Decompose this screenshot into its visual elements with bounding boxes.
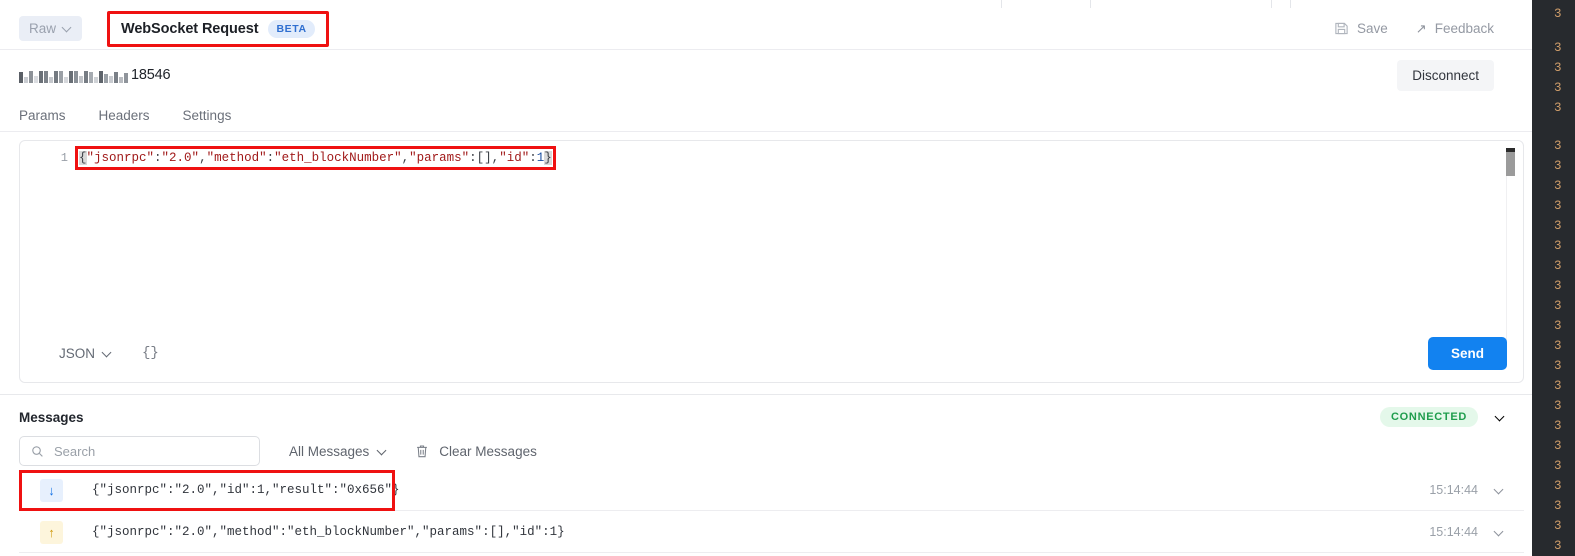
request-tab-1[interactable] — [0, 0, 1002, 8]
messages-title: Messages — [19, 409, 84, 425]
search-placeholder[interactable]: Search — [54, 444, 95, 459]
rail-line-number: 3 — [1554, 359, 1562, 373]
message-filter-label: All Messages — [289, 443, 370, 459]
rail-line-number: 3 — [1554, 379, 1562, 393]
websocket-request-panel: Raw WebSocket Request BETA Save ↗ Feedba… — [0, 0, 1575, 556]
messages-status: CONNECTED — [1380, 407, 1505, 427]
request-payload-highlight: {"jsonrpc":"2.0","method":"eth_blockNumb… — [75, 146, 556, 170]
clear-messages-label: Clear Messages — [439, 443, 537, 459]
editor-scrollbar-thumb[interactable] — [1506, 148, 1515, 176]
rail-line-number: 3 — [1554, 199, 1562, 213]
messages-toolbar: Search All Messages Clear Messages — [19, 436, 1524, 466]
rail-line-number: 3 — [1554, 499, 1562, 513]
connection-bar: 18546 Disconnect — [0, 50, 1532, 100]
beautify-button[interactable]: {} — [142, 345, 159, 361]
rail-line-number: 3 — [1554, 399, 1562, 413]
rail-line-number: 3 — [1554, 279, 1562, 293]
request-tab-2[interactable] — [1090, 0, 1272, 8]
save-icon — [1334, 21, 1349, 36]
page-title: WebSocket Request — [121, 20, 259, 37]
save-label: Save — [1357, 21, 1388, 36]
url-port: 18546 — [131, 67, 171, 83]
search-icon — [31, 445, 44, 458]
rail-line-number: 3 — [1554, 539, 1562, 553]
rail-line-number: 3 — [1554, 139, 1562, 153]
messages-header: Messages CONNECTED — [19, 405, 1524, 429]
feedback-label: Feedback — [1434, 21, 1494, 36]
request-payload-code[interactable]: {"jsonrpc":"2.0","method":"eth_blockNumb… — [79, 149, 552, 167]
editor-footer: JSON {} Send — [20, 324, 1523, 382]
request-tab-strip — [0, 0, 1550, 8]
rail-line-number: 3 — [1554, 459, 1562, 473]
code-line-1: 1 {"jsonrpc":"2.0","method":"eth_blockNu… — [20, 146, 1523, 170]
arrow-down-icon: ↓ — [40, 478, 63, 502]
message-payload: {"jsonrpc":"2.0","method":"eth_blockNumb… — [92, 525, 565, 539]
request-tab-3[interactable] — [1290, 0, 1550, 8]
chevron-down-icon — [63, 24, 72, 33]
rail-line-number: 3 — [1554, 61, 1562, 75]
expand-message-chevron-icon[interactable] — [1495, 486, 1504, 495]
message-payload: {"jsonrpc":"2.0","id":1,"result":"0x656"… — [92, 483, 400, 497]
messages-divider — [0, 394, 1532, 395]
header-actions: Save ↗ Feedback — [1334, 21, 1494, 37]
rail-line-number: 3 — [1554, 7, 1562, 21]
disconnect-button[interactable]: Disconnect — [1397, 59, 1494, 91]
rail-line-number: 3 — [1554, 219, 1562, 233]
send-button[interactable]: Send — [1427, 336, 1507, 370]
message-filter-dropdown[interactable]: All Messages — [289, 444, 387, 459]
editor-scrollbar[interactable] — [1506, 148, 1515, 348]
request-header-bar: Raw WebSocket Request BETA Save ↗ Feedba… — [0, 8, 1532, 50]
request-body-editor[interactable]: 1 {"jsonrpc":"2.0","method":"eth_blockNu… — [19, 140, 1524, 383]
feedback-button[interactable]: ↗ Feedback — [1416, 21, 1494, 37]
websocket-url[interactable]: 18546 — [19, 67, 171, 83]
expand-message-chevron-icon[interactable] — [1495, 528, 1504, 537]
request-subtabs: Params Headers Settings — [0, 100, 1532, 132]
raw-mode-label: Raw — [29, 21, 57, 36]
websocket-request-title-highlight: WebSocket Request BETA — [107, 10, 329, 47]
rail-line-number: 3 — [1554, 101, 1562, 115]
rail-line-number: 3 — [1554, 259, 1562, 273]
chevron-down-icon — [378, 447, 387, 456]
tab-headers[interactable]: Headers — [99, 108, 150, 123]
rail-line-number: 3 — [1554, 439, 1562, 453]
beta-badge: BETA — [268, 19, 315, 38]
rail-line-number: 3 — [1554, 319, 1562, 333]
save-button[interactable]: Save — [1334, 21, 1388, 36]
table-row[interactable]: ↑ {"jsonrpc":"2.0","method":"eth_blockNu… — [19, 512, 1524, 553]
search-input-wrapper[interactable]: Search — [19, 436, 260, 466]
chevron-down-icon — [103, 349, 112, 358]
trash-icon — [415, 444, 429, 459]
rail-line-number: 3 — [1554, 519, 1562, 533]
table-row[interactable]: ↓ {"jsonrpc":"2.0","id":1,"result":"0x65… — [19, 470, 1524, 511]
console-side-rail[interactable]: 3 3 3 3 3 3 3 3 3 3 3 3 3 3 3 3 3 3 3 3 3 3 3 3 3 3 — [1532, 0, 1575, 556]
tab-params[interactable]: Params — [19, 108, 66, 123]
editor-scrollbar-cap — [1506, 148, 1515, 152]
rail-line-number: 3 — [1554, 81, 1562, 95]
collapse-messages-chevron-icon[interactable] — [1496, 413, 1505, 422]
external-link-arrow-icon: ↗ — [1415, 20, 1427, 36]
rail-line-number: 3 — [1554, 419, 1562, 433]
body-format-label: JSON — [59, 345, 96, 361]
rail-line-number: 3 — [1554, 159, 1562, 173]
rail-line-number: 3 — [1554, 339, 1562, 353]
line-number: 1 — [60, 151, 68, 165]
status-badge: CONNECTED — [1380, 407, 1478, 427]
rail-line-number: 3 — [1554, 479, 1562, 493]
message-timestamp: 15:14:44 — [1429, 525, 1478, 539]
raw-mode-dropdown[interactable]: Raw — [19, 16, 83, 41]
rail-line-number: 3 — [1554, 41, 1562, 55]
arrow-up-icon: ↑ — [40, 520, 63, 544]
body-format-dropdown[interactable]: JSON — [59, 346, 112, 361]
rail-line-number: 3 — [1554, 179, 1562, 193]
redacted-url-blur — [19, 68, 129, 83]
tab-settings[interactable]: Settings — [183, 108, 232, 123]
clear-messages-button[interactable]: Clear Messages — [415, 444, 537, 459]
rail-line-number: 3 — [1554, 239, 1562, 253]
rail-line-number: 3 — [1554, 299, 1562, 313]
message-timestamp: 15:14:44 — [1429, 483, 1478, 497]
